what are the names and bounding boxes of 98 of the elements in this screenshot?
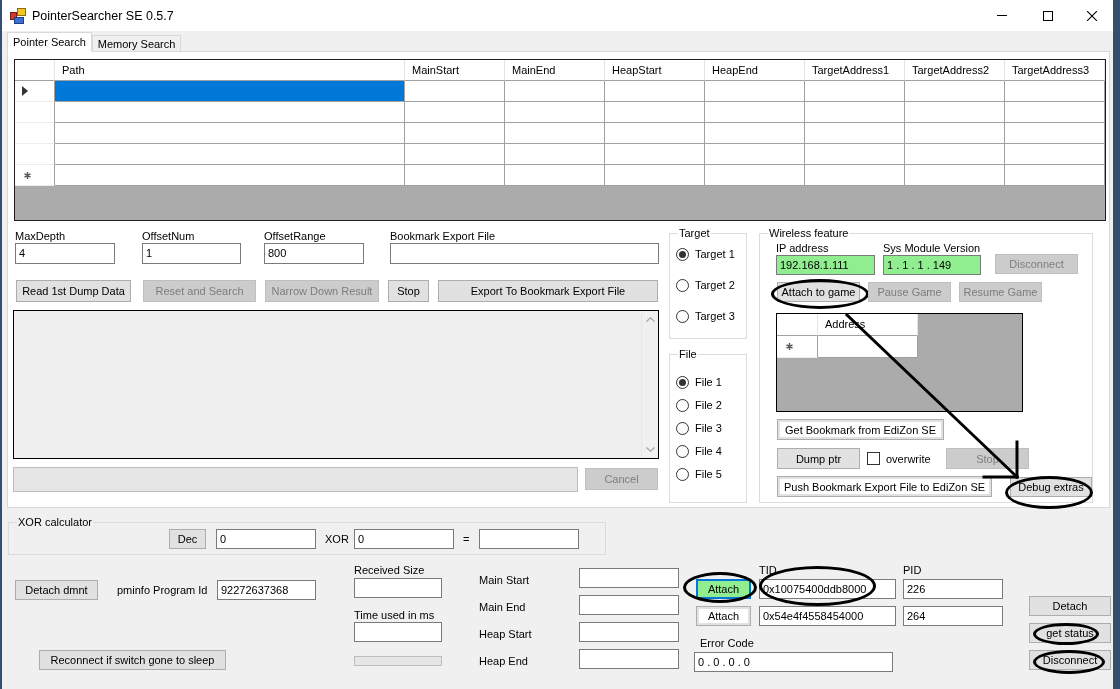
column-header[interactable]: MainStart bbox=[405, 60, 505, 81]
text-field[interactable]: 0 bbox=[354, 528, 454, 549]
field-label: OffsetNum bbox=[142, 230, 196, 243]
scrollbar[interactable] bbox=[641, 311, 658, 458]
radio-button[interactable] bbox=[676, 247, 689, 261]
read-dump-button[interactable]: Read 1st Dump Data bbox=[16, 280, 131, 302]
group-title: XOR calculator bbox=[17, 515, 93, 529]
header-cell bbox=[15, 60, 55, 81]
tid-field[interactable]: 0x54e4f4558454000 bbox=[759, 606, 896, 626]
detach-button[interactable]: Detach bbox=[1029, 596, 1111, 616]
radio-label[interactable]: Target 1 bbox=[695, 248, 735, 260]
asterisk-icon bbox=[786, 343, 793, 350]
equals-label: = bbox=[463, 532, 470, 545]
push-bookmark-button[interactable]: Push Bookmark Export File to EdiZon SE bbox=[777, 476, 992, 497]
mode-button[interactable]: Dec bbox=[169, 528, 206, 549]
column-header[interactable]: HeapEnd bbox=[705, 60, 805, 81]
asterisk-icon bbox=[24, 171, 31, 179]
text-field[interactable] bbox=[579, 622, 679, 642]
field-label: PID bbox=[903, 564, 922, 577]
triangle-icon bbox=[22, 86, 28, 96]
text-field[interactable]: 800 bbox=[264, 243, 364, 264]
dump-ptr-button[interactable]: Dump ptr bbox=[777, 448, 860, 469]
field-label: Sys Module Version bbox=[883, 242, 981, 255]
reconnect-button[interactable]: Reconnect if switch gone to sleep bbox=[39, 650, 226, 670]
pid-field[interactable]: 264 bbox=[903, 606, 1003, 626]
error-code-field[interactable]: 0 . 0 . 0 . 0 bbox=[694, 652, 893, 672]
radio-label[interactable]: File 4 bbox=[695, 445, 722, 457]
field-label: Bookmark Export File bbox=[390, 230, 497, 243]
radio-label[interactable]: Target 3 bbox=[695, 310, 735, 322]
app-icon bbox=[10, 7, 26, 24]
field-label: Heap Start bbox=[479, 627, 532, 640]
version-field[interactable]: 1 . 1 . 1 . 149 bbox=[883, 255, 981, 275]
maximize-icon bbox=[1043, 10, 1053, 21]
column-header[interactable]: TargetAddress1 bbox=[805, 60, 905, 81]
chevron-down-icon bbox=[645, 447, 655, 452]
chevron-up-icon bbox=[645, 317, 655, 322]
radio-button[interactable] bbox=[676, 375, 689, 389]
text-field[interactable] bbox=[579, 649, 679, 669]
text-field[interactable] bbox=[354, 622, 442, 642]
group-title: Target bbox=[678, 226, 711, 240]
radio-label[interactable]: File 1 bbox=[695, 376, 722, 388]
field-label: Heap End bbox=[479, 654, 528, 667]
export-bookmark-button[interactable]: Export To Bookmark Export File bbox=[438, 280, 658, 302]
text-field[interactable] bbox=[390, 243, 659, 264]
radio-button[interactable] bbox=[676, 309, 689, 323]
ip-address-field[interactable]: 192.168.1.111 bbox=[776, 255, 875, 275]
column-header[interactable]: HeapStart bbox=[605, 60, 705, 81]
tid-field[interactable]: 0x10075400ddb8000 bbox=[759, 579, 896, 599]
radio-button[interactable] bbox=[676, 398, 689, 412]
attach-button[interactable]: Attach bbox=[696, 606, 751, 626]
text-field[interactable]: 0 bbox=[216, 528, 316, 549]
radio-button[interactable] bbox=[676, 444, 689, 458]
radio-button[interactable] bbox=[676, 278, 689, 292]
get-bookmark-button[interactable]: Get Bookmark from EdiZon SE bbox=[777, 419, 944, 440]
field-label: Main End bbox=[479, 600, 526, 613]
output-field[interactable] bbox=[13, 310, 659, 459]
column-header[interactable]: MainEnd bbox=[505, 60, 605, 81]
row-header[interactable] bbox=[15, 81, 55, 102]
text-field[interactable]: 1 bbox=[142, 243, 241, 264]
field-label: Main Start bbox=[479, 573, 530, 586]
column-header[interactable]: TargetAddress2 bbox=[905, 60, 1005, 81]
text-field[interactable] bbox=[579, 568, 679, 588]
radio-label[interactable]: File 5 bbox=[695, 468, 722, 480]
stop-button[interactable]: Stop bbox=[388, 280, 429, 302]
field-label: Error Code bbox=[700, 637, 754, 650]
group-title: File bbox=[678, 347, 698, 361]
close-icon bbox=[1087, 10, 1097, 21]
attach-game-button[interactable]: Attach to game bbox=[777, 282, 860, 302]
attach-button[interactable]: Attach bbox=[696, 579, 751, 599]
field-label: MaxDepth bbox=[15, 230, 67, 243]
field-label: IP address bbox=[776, 242, 830, 255]
radio-label[interactable]: File 2 bbox=[695, 399, 722, 411]
text-field[interactable] bbox=[579, 595, 679, 615]
window-title: PointerSearcher SE 0.5.7 bbox=[32, 8, 174, 23]
tab[interactable]: Memory Search bbox=[91, 35, 182, 52]
result-field[interactable] bbox=[479, 528, 579, 549]
minimize-icon bbox=[997, 15, 1007, 16]
checkbox-label[interactable]: overwrite bbox=[886, 452, 931, 465]
field-label: pminfo Program Id bbox=[117, 583, 208, 596]
tab[interactable]: Pointer Search bbox=[7, 32, 92, 52]
radio-button[interactable] bbox=[676, 421, 689, 435]
text-field[interactable]: 4 bbox=[15, 243, 115, 264]
radio-label[interactable]: File 3 bbox=[695, 422, 722, 434]
column-header[interactable]: Path bbox=[55, 60, 405, 81]
column-header[interactable]: TargetAddress3 bbox=[1005, 60, 1105, 81]
checkbox[interactable] bbox=[867, 452, 880, 465]
field-label: OffsetRange bbox=[264, 230, 327, 243]
operator-label: XOR bbox=[325, 532, 349, 545]
field-label: TID bbox=[759, 564, 777, 576]
text-field[interactable]: 92272637368 bbox=[217, 579, 316, 600]
field-label: Time used in ms bbox=[354, 609, 436, 622]
detach-dmnt-button[interactable]: Detach dmnt bbox=[15, 579, 98, 600]
field-label: Received Size bbox=[354, 564, 426, 577]
group-title: Wireless feature bbox=[768, 226, 850, 240]
radio-label[interactable]: Target 2 bbox=[695, 279, 735, 291]
pid-field[interactable]: 226 bbox=[903, 579, 1003, 599]
radio-button[interactable] bbox=[676, 467, 689, 481]
text-field[interactable] bbox=[354, 578, 442, 598]
